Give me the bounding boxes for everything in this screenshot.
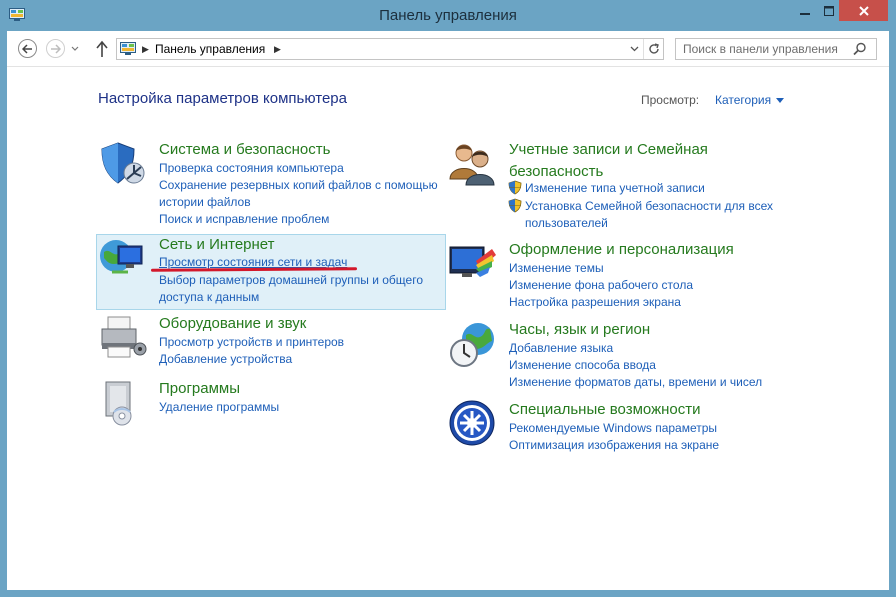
link-change-input-method[interactable]: Изменение способа ввода xyxy=(509,357,656,374)
accessibility-icon[interactable] xyxy=(448,399,498,449)
breadcrumb-separator-icon[interactable]: ▶ xyxy=(274,44,281,55)
clock-globe-icon[interactable] xyxy=(448,319,498,369)
link-troubleshoot-problems[interactable]: Поиск и исправление проблем xyxy=(159,211,329,228)
link-optimize-visual-display[interactable]: Оптимизация изображения на экране xyxy=(509,437,719,454)
arrow-left-icon xyxy=(22,43,32,54)
link-add-device[interactable]: Добавление устройства xyxy=(159,351,292,368)
uac-shield-icon xyxy=(508,198,522,213)
link-change-account-type[interactable]: Изменение типа учетной записи xyxy=(525,180,705,197)
link-file-history-backup[interactable]: Сохранение резервных копий файлов с помо… xyxy=(159,177,438,194)
view-label: Просмотр: xyxy=(641,93,700,107)
uac-shield-icon xyxy=(508,180,522,195)
view-by-value: Категория xyxy=(715,93,772,107)
link-homegroup-sharing[interactable]: Выбор параметров домашней группы и общег… xyxy=(159,272,423,289)
link-uninstall-program[interactable]: Удаление программы xyxy=(159,399,279,416)
window-client-area: ▶ Панель управления ▶ Настройка параметр… xyxy=(7,31,889,590)
programs-icon[interactable] xyxy=(98,378,148,428)
forward-button[interactable] xyxy=(46,39,65,58)
security-shield-icon[interactable] xyxy=(98,139,148,189)
link-family-safety-cont[interactable]: пользователей xyxy=(525,215,608,232)
category-title[interactable]: Оформление и персонализация xyxy=(509,239,734,261)
control-panel-icon xyxy=(120,42,136,55)
recent-locations-icon[interactable] xyxy=(71,46,79,52)
category-title[interactable]: Специальные возможности xyxy=(509,399,701,421)
minimize-button[interactable] xyxy=(791,0,819,21)
link-devices-printers[interactable]: Просмотр устройств и принтеров xyxy=(159,334,344,351)
address-bar[interactable]: ▶ Панель управления ▶ xyxy=(116,38,664,60)
category-title[interactable]: Оборудование и звук xyxy=(159,313,306,335)
title-bar: Панель управления xyxy=(0,0,896,31)
link-change-desktop-background[interactable]: Изменение фона рабочего стола xyxy=(509,277,693,294)
link-check-computer-status[interactable]: Проверка состояния компьютера xyxy=(159,160,344,177)
breadcrumb-separator-icon[interactable]: ▶ xyxy=(142,44,149,55)
link-family-safety[interactable]: Установка Семейной безопасности для всех xyxy=(525,198,773,215)
maximize-icon xyxy=(824,5,834,16)
category-title[interactable]: Часы, язык и регион xyxy=(509,319,650,341)
link-add-language[interactable]: Добавление языка xyxy=(509,340,613,357)
printer-icon[interactable] xyxy=(98,313,148,363)
close-button[interactable] xyxy=(839,0,888,21)
category-title[interactable]: Программы xyxy=(159,378,240,400)
refresh-icon xyxy=(648,43,659,54)
breadcrumb[interactable]: Панель управления xyxy=(155,42,265,56)
refresh-button[interactable] xyxy=(643,39,663,59)
address-dropdown-button[interactable] xyxy=(625,39,643,59)
view-by-dropdown[interactable]: Категория xyxy=(715,93,785,107)
link-recommended-settings[interactable]: Рекомендуемые Windows параметры xyxy=(509,420,717,437)
window-bottom-border xyxy=(0,590,896,597)
link-file-history-backup-cont[interactable]: истории файлов xyxy=(159,194,251,211)
personalization-icon[interactable] xyxy=(448,239,498,289)
category-title[interactable]: Система и безопасность xyxy=(159,139,330,161)
minimize-icon xyxy=(800,12,810,15)
arrow-up-icon[interactable] xyxy=(95,40,109,58)
close-icon xyxy=(858,5,869,16)
link-screen-resolution[interactable]: Настройка разрешения экрана xyxy=(509,294,681,311)
chevron-down-icon xyxy=(630,46,638,52)
link-change-date-time-formats[interactable]: Изменение форматов даты, времени и чисел xyxy=(509,374,762,391)
window-title: Панель управления xyxy=(379,7,517,24)
back-button[interactable] xyxy=(18,39,37,58)
arrow-right-icon xyxy=(51,43,61,54)
search-icon[interactable] xyxy=(853,42,867,56)
category-title[interactable]: Учетные записи и Семейная xyxy=(509,139,708,161)
page-title: Настройка параметров компьютера xyxy=(98,90,347,107)
category-title[interactable]: Сеть и Интернет xyxy=(159,234,275,256)
navigation-bar: ▶ Панель управления ▶ xyxy=(7,31,889,67)
network-globe-icon[interactable] xyxy=(98,234,148,284)
triangle-down-icon xyxy=(776,97,785,103)
link-change-theme[interactable]: Изменение темы xyxy=(509,260,604,277)
search-input[interactable] xyxy=(675,38,877,60)
users-icon[interactable] xyxy=(448,139,498,189)
maximize-button[interactable] xyxy=(819,0,839,21)
link-homegroup-sharing-cont[interactable]: доступа к данным xyxy=(159,289,259,306)
